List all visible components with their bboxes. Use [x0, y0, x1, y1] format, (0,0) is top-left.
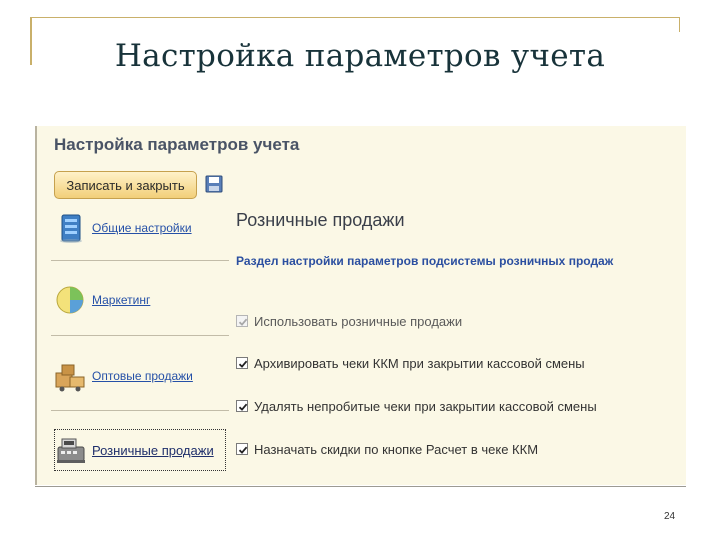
option-label: Использовать розничные продажи	[254, 313, 463, 329]
nav-item-label[interactable]: Общие настройки	[92, 221, 192, 235]
option-label: Архивировать чеки ККМ при закрытии кассо…	[254, 355, 585, 371]
nav-item-general-settings[interactable]: Общие настройки	[54, 206, 192, 250]
nav-item-label[interactable]: Маркетинг	[92, 293, 150, 307]
settings-form-window: Настройка параметров учета Записать и за…	[35, 126, 686, 485]
slide-frame-right	[679, 17, 680, 32]
nav-item-retail[interactable]: Розничные продажи	[54, 428, 214, 472]
nav-item-marketing[interactable]: Маркетинг	[54, 278, 150, 322]
save-icon[interactable]	[205, 175, 223, 193]
option-label: Назначать скидки по кнопке Расчет в чеке…	[254, 441, 539, 457]
section-title: Розничные продажи	[236, 210, 405, 230]
nav-divider	[51, 260, 229, 261]
cash-register-icon	[57, 438, 85, 463]
slide-title: Настройка параметров учета	[114, 38, 606, 74]
general-settings-icon	[60, 214, 82, 243]
marketing-icon	[56, 286, 84, 314]
window-bottom-border	[35, 486, 686, 487]
nav-item-label[interactable]: Оптовые продажи	[92, 369, 193, 383]
save-and-close-button[interactable]: Записать и закрыть	[54, 171, 197, 199]
option-archive-receipts[interactable]: Архивировать чеки ККМ при закрытии кассо…	[236, 354, 585, 372]
section-subtitle: Раздел настройки параметров подсистемы р…	[236, 254, 614, 268]
form-title: Настройка параметров учета	[54, 135, 300, 154]
checkbox[interactable]	[236, 443, 248, 455]
wholesale-icon	[55, 364, 85, 392]
slide-frame-top	[30, 17, 680, 18]
checkbox	[236, 315, 248, 327]
nav-divider	[51, 410, 229, 411]
nav-item-wholesale[interactable]: Оптовые продажи	[54, 354, 193, 398]
option-delete-unprinted[interactable]: Удалять непробитые чеки при закрытии кас…	[236, 397, 597, 415]
checkbox[interactable]	[236, 400, 248, 412]
nav-divider	[51, 335, 229, 336]
option-discounts-on-calc[interactable]: Назначать скидки по кнопке Расчет в чеке…	[236, 440, 538, 458]
option-use-retail: Использовать розничные продажи	[236, 312, 462, 330]
nav-item-label[interactable]: Розничные продажи	[92, 443, 214, 458]
checkbox[interactable]	[236, 357, 248, 369]
option-label: Удалять непробитые чеки при закрытии кас…	[254, 398, 597, 414]
page-number: 24	[664, 511, 676, 522]
